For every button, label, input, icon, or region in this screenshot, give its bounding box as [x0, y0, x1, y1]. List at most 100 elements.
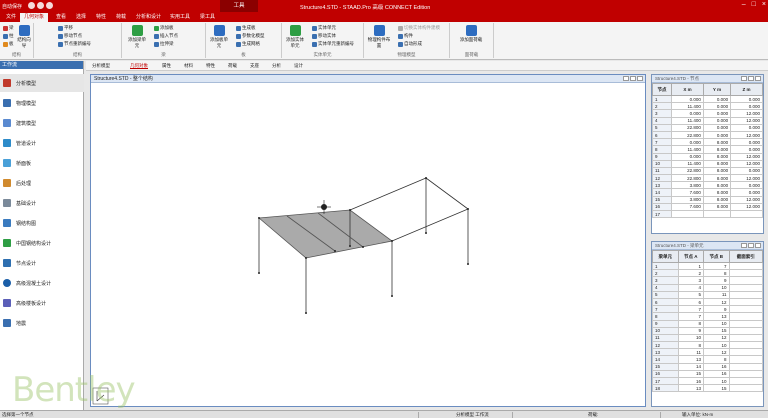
tab-material[interactable]: 材料: [184, 63, 193, 69]
table-cell[interactable]: [728, 305, 764, 314]
table-cell[interactable]: 0.000: [730, 102, 763, 111]
table-cell[interactable]: 9: [703, 305, 730, 314]
add-plate-unit-button[interactable]: 添加板单元: [208, 25, 230, 49]
table-cell[interactable]: 2: [677, 269, 705, 278]
workflow-item-earthquake[interactable]: 地震: [0, 314, 84, 332]
table-cell[interactable]: 16: [677, 376, 705, 386]
table-cell[interactable]: [728, 384, 764, 393]
menu-file[interactable]: 文件: [2, 13, 20, 22]
workflow-item-building[interactable]: 建筑模型: [0, 114, 84, 132]
table-cell[interactable]: 11.400: [671, 102, 704, 111]
col-header[interactable]: Y m: [702, 83, 732, 96]
table-cell[interactable]: [728, 283, 764, 292]
table-cell[interactable]: 0.000: [702, 130, 732, 140]
save-icon[interactable]: [28, 2, 35, 9]
table-cell[interactable]: 0.000: [730, 181, 763, 190]
tab-analysis[interactable]: 分析: [272, 63, 281, 69]
table-cell[interactable]: [728, 333, 764, 343]
table-row[interactable]: 339: [652, 276, 764, 285]
slab-plate[interactable]: [258, 209, 393, 259]
table-cell[interactable]: 10: [703, 376, 730, 386]
table-cell[interactable]: 2: [652, 269, 679, 278]
workflow-item-connection[interactable]: 节点设计: [0, 254, 84, 272]
table-cell[interactable]: 5: [652, 290, 679, 299]
table-cell[interactable]: 12.000: [730, 174, 763, 183]
table-cell[interactable]: 12: [652, 341, 679, 350]
close-icon[interactable]: [755, 243, 761, 248]
close-icon[interactable]: [637, 76, 643, 81]
table-row[interactable]: 10 11.400 8.000 12.000: [651, 159, 763, 168]
table-cell[interactable]: 8: [677, 319, 705, 328]
table-cell[interactable]: 6: [677, 297, 705, 307]
table-row[interactable]: 779: [652, 305, 764, 314]
add-surface-load-button[interactable]: 添加面荷载: [456, 25, 486, 43]
beam-button[interactable]: 梁: [3, 25, 14, 31]
member-button[interactable]: 构件: [398, 33, 413, 39]
tab-property[interactable]: 特性: [206, 63, 215, 69]
table-cell[interactable]: 7.600: [671, 202, 704, 212]
plate-button[interactable]: 板: [3, 41, 14, 47]
table-cell[interactable]: 0.000: [730, 188, 763, 197]
table-row[interactable]: 13 3.800 8.000 0.000: [651, 181, 763, 190]
table-cell[interactable]: 3.800: [671, 195, 704, 204]
table-cell[interactable]: 12.000: [730, 116, 763, 125]
menu-view[interactable]: 查看: [52, 13, 70, 22]
table-row[interactable]: 7 0.000 8.000 0.000: [651, 138, 763, 147]
tab-design[interactable]: 设计: [294, 63, 303, 69]
table-cell[interactable]: [728, 355, 764, 364]
table-cell[interactable]: 11.400: [671, 145, 704, 154]
menu-loading[interactable]: 荷载: [112, 13, 130, 22]
workflow-item-analysis[interactable]: 分析模型: [0, 74, 84, 92]
table-row[interactable]: 17: [651, 209, 763, 219]
table-cell[interactable]: 13: [703, 312, 730, 321]
table-cell[interactable]: 1: [677, 261, 705, 271]
table-cell[interactable]: 10: [677, 333, 705, 343]
table-row[interactable]: 6 22.800 0.000 12.000: [651, 130, 763, 140]
table-row[interactable]: 4 4 10: [652, 283, 764, 292]
structure-wizard-button[interactable]: 结构向导: [16, 25, 32, 49]
maximize-icon[interactable]: [630, 76, 636, 81]
generate-mesh-button[interactable]: 生成网格: [236, 41, 260, 47]
table-cell[interactable]: 12: [703, 297, 730, 307]
table-cell[interactable]: 12.000: [730, 130, 763, 140]
table-cell[interactable]: 16: [703, 369, 730, 379]
undo-icon[interactable]: [37, 2, 44, 9]
table-cell[interactable]: 12.000: [730, 202, 763, 212]
table-cell[interactable]: 13: [652, 348, 679, 357]
nodes-table[interactable]: 节点 X m Y m Z m 1 0.000 0.000 0.000 2 11.400 0.…: [651, 83, 763, 219]
table-cell[interactable]: 15: [677, 369, 705, 379]
table-cell[interactable]: 8: [652, 312, 679, 321]
table-cell[interactable]: 7: [651, 138, 673, 147]
table-cell[interactable]: 8: [703, 269, 730, 278]
close-icon[interactable]: [755, 76, 761, 81]
table-cell[interactable]: 10: [703, 341, 730, 350]
table-cell[interactable]: 12.000: [730, 195, 763, 204]
table-row[interactable]: 15 3.800 8.000 12.000: [651, 195, 763, 204]
col-header[interactable]: 截面索引: [728, 250, 764, 263]
table-cell[interactable]: 13: [651, 181, 673, 190]
tab-supports[interactable]: 支座: [250, 63, 259, 69]
table-cell[interactable]: 0.000: [702, 116, 732, 125]
table-cell[interactable]: 9: [652, 319, 679, 328]
menu-select[interactable]: 选择: [72, 13, 90, 22]
tab-loads[interactable]: 荷载: [228, 63, 237, 69]
stretch-beam-button[interactable]: 拉伸梁: [154, 41, 174, 47]
table-cell[interactable]: 5: [651, 123, 673, 132]
table-row[interactable]: 3 0.000 0.000 12.000: [651, 109, 763, 118]
table-cell[interactable]: 12.000: [730, 109, 763, 118]
table-row[interactable]: 8 7 13: [652, 312, 764, 321]
table-row[interactable]: 17 16 10: [652, 376, 764, 386]
table-cell[interactable]: 8.000: [702, 181, 732, 190]
table-cell[interactable]: 0.000: [671, 152, 704, 161]
tab-geometry[interactable]: 几何对象: [130, 63, 148, 69]
col-header[interactable]: 节点 A: [677, 250, 705, 263]
table-cell[interactable]: 0.000: [702, 123, 732, 132]
table-cell[interactable]: 10: [703, 319, 730, 328]
col-header[interactable]: X m: [671, 83, 704, 96]
table-row[interactable]: 1 0.000 0.000 0.000: [651, 94, 763, 104]
table-row[interactable]: 2 11.400 0.000 0.000: [651, 102, 763, 111]
structure-drawing[interactable]: [91, 83, 645, 406]
table-cell[interactable]: [728, 269, 764, 278]
table-cell[interactable]: 0.000: [702, 109, 732, 118]
table-cell[interactable]: [702, 209, 732, 219]
